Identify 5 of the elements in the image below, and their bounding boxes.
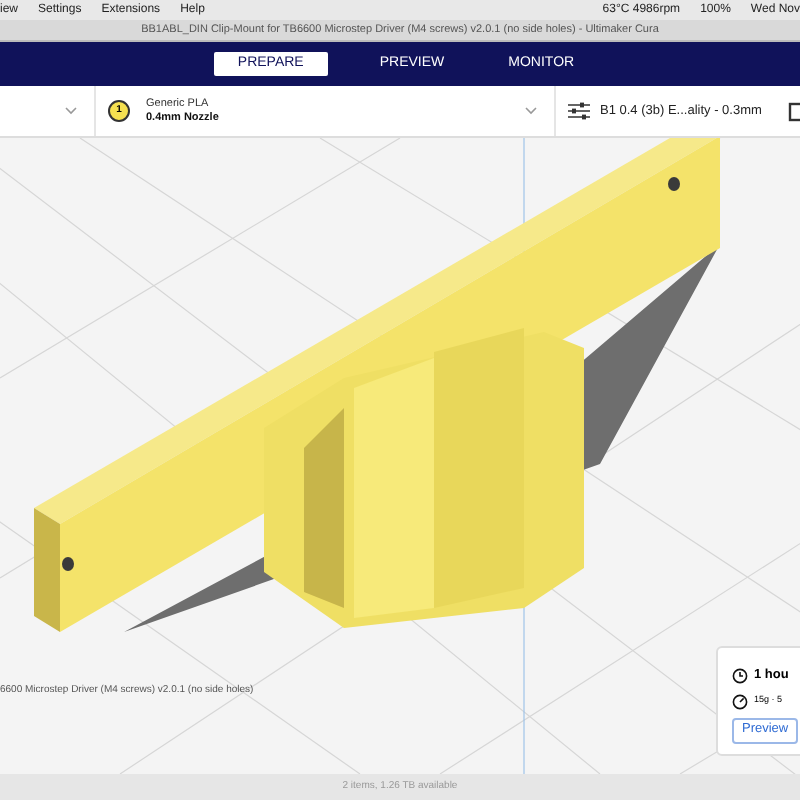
gauge-icon xyxy=(732,693,748,710)
sliders-icon xyxy=(568,102,590,120)
chevron-down-icon xyxy=(64,106,78,116)
chevron-down-icon xyxy=(524,106,538,116)
clock-icon xyxy=(732,667,748,684)
